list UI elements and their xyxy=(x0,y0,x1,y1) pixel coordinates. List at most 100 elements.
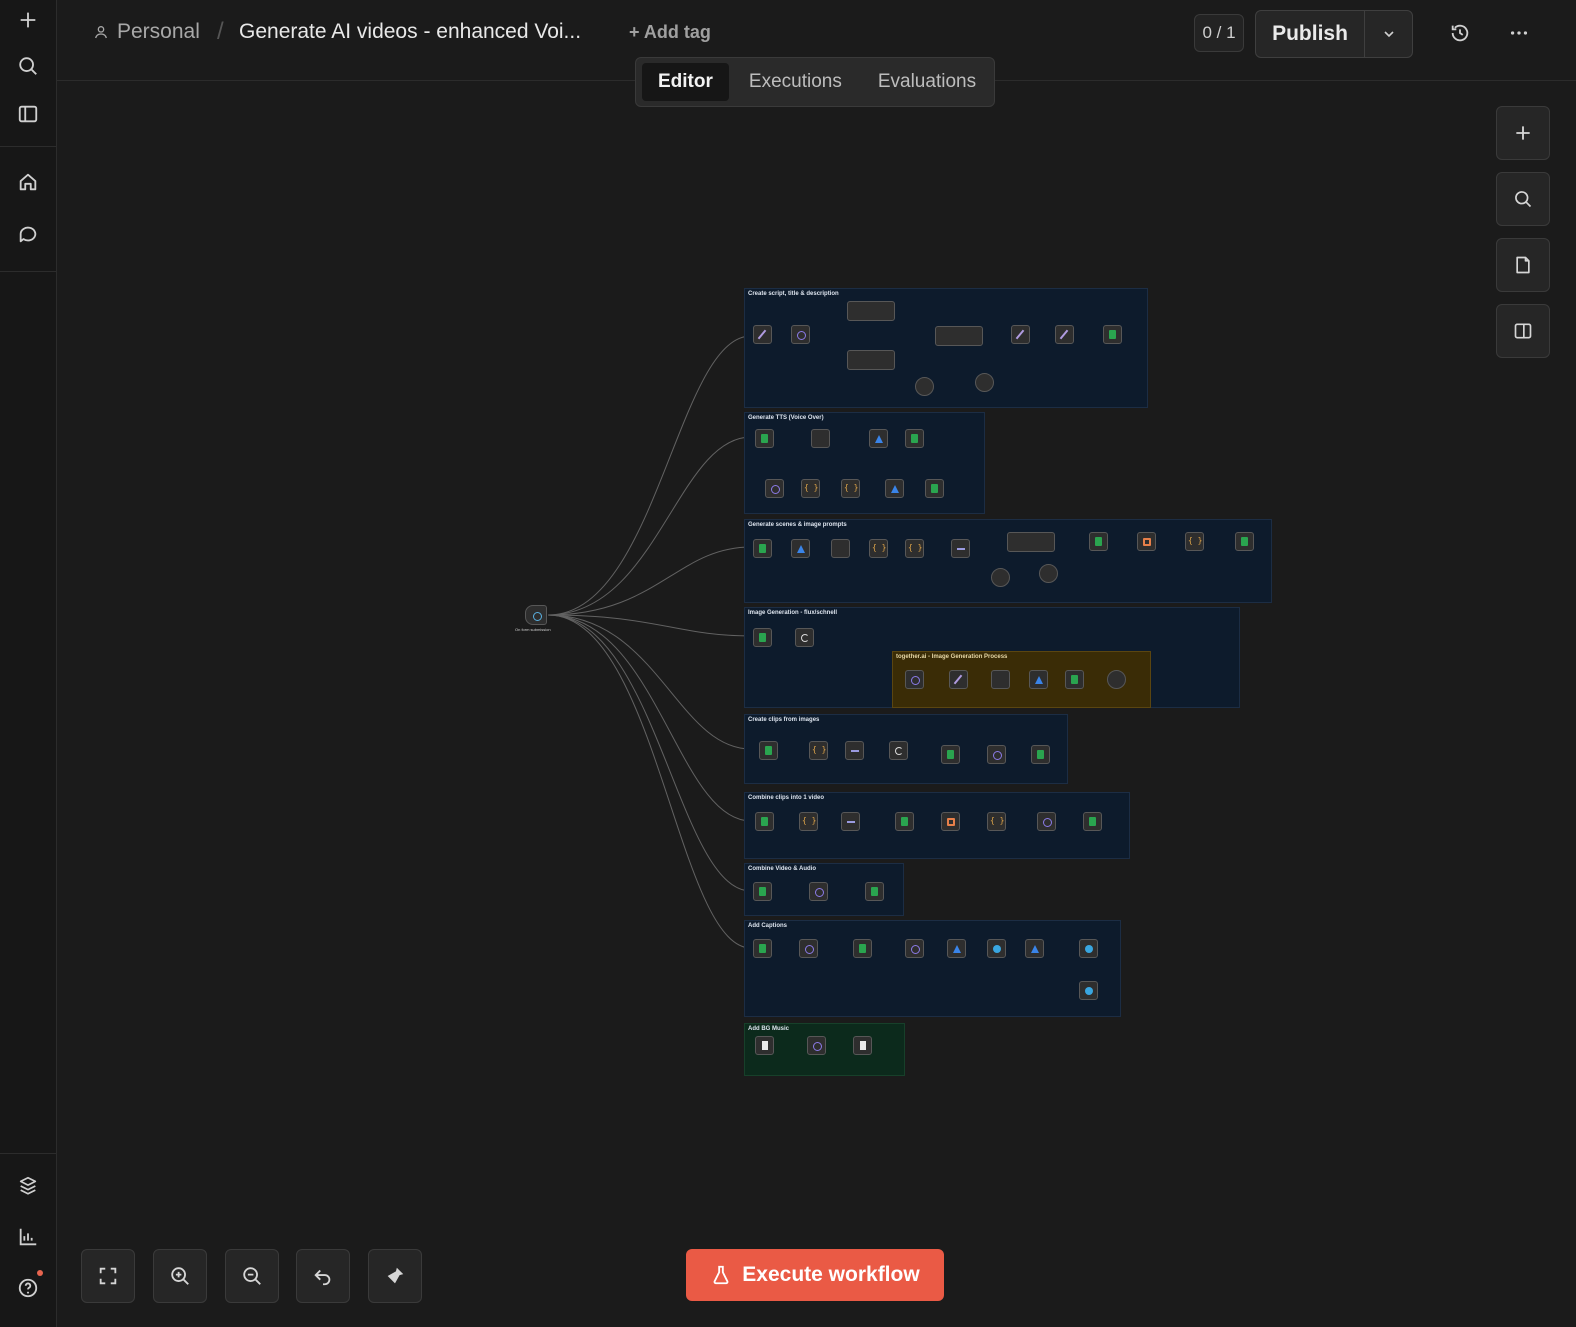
form-trigger-node[interactable] xyxy=(525,605,547,625)
workflow-node[interactable] xyxy=(905,670,924,689)
group-scenes[interactable]: Generate scenes & image prompts xyxy=(744,519,1272,603)
workflow-node[interactable] xyxy=(765,479,784,498)
workflow-node[interactable] xyxy=(869,429,888,448)
workflow-node[interactable] xyxy=(755,812,774,831)
group-add-bg-music[interactable]: Add BG Music xyxy=(744,1023,905,1076)
workflow-node[interactable] xyxy=(905,539,924,558)
workflow-node[interactable] xyxy=(1079,981,1098,1000)
workflow-node[interactable] xyxy=(951,539,970,558)
workflow-node[interactable] xyxy=(847,350,895,370)
fit-view-button[interactable] xyxy=(81,1249,135,1303)
workflow-node[interactable] xyxy=(915,377,934,396)
undo-button[interactable] xyxy=(296,1249,350,1303)
workflow-node[interactable] xyxy=(1235,532,1254,551)
workflow-node[interactable] xyxy=(809,741,828,760)
workflow-node[interactable] xyxy=(799,939,818,958)
workflow-node[interactable] xyxy=(1065,670,1084,689)
templates-icon[interactable] xyxy=(8,1166,48,1206)
workflow-node[interactable] xyxy=(1007,532,1055,552)
workflow-node[interactable] xyxy=(941,745,960,764)
workflow-node[interactable] xyxy=(991,568,1010,587)
workflow-node[interactable] xyxy=(1039,564,1058,583)
workflow-node[interactable] xyxy=(935,326,983,346)
group-create-clips[interactable]: Create clips from images xyxy=(744,714,1068,784)
group-combine-clips[interactable]: Combine clips into 1 video xyxy=(744,792,1130,859)
workflow-node[interactable] xyxy=(1089,532,1108,551)
workflow-node[interactable] xyxy=(1029,670,1048,689)
workflow-node[interactable] xyxy=(1011,325,1030,344)
workflow-node[interactable] xyxy=(811,429,830,448)
workflow-node[interactable] xyxy=(1055,325,1074,344)
chat-icon[interactable] xyxy=(8,214,48,254)
workflow-node[interactable] xyxy=(987,745,1006,764)
workflow-node[interactable] xyxy=(801,479,820,498)
home-icon[interactable] xyxy=(8,162,48,202)
workflow-node[interactable] xyxy=(841,479,860,498)
insights-icon[interactable] xyxy=(8,1217,48,1257)
workflow-node[interactable] xyxy=(947,939,966,958)
history-icon[interactable] xyxy=(1445,18,1475,48)
workflow-node[interactable] xyxy=(753,939,772,958)
workflow-node[interactable] xyxy=(755,429,774,448)
group-together-ai[interactable]: together.ai - Image Generation Process xyxy=(892,651,1151,708)
workflow-node[interactable] xyxy=(941,812,960,831)
workflow-node[interactable] xyxy=(1185,532,1204,551)
workflow-node[interactable] xyxy=(809,882,828,901)
workflow-node[interactable] xyxy=(865,882,884,901)
zoom-in-button[interactable] xyxy=(153,1249,207,1303)
workflow-canvas[interactable]: On form submission Create script, title … xyxy=(57,81,1576,1327)
breadcrumb-project[interactable]: Personal xyxy=(93,20,200,44)
workflow-node[interactable] xyxy=(1137,532,1156,551)
workflow-node[interactable] xyxy=(853,939,872,958)
add-node-button[interactable] xyxy=(1496,106,1550,160)
group-combine-video-audio[interactable]: Combine Video & Audio xyxy=(744,863,904,916)
workflow-node[interactable] xyxy=(791,325,810,344)
group-add-captions[interactable]: Add Captions xyxy=(744,920,1121,1017)
workflow-node[interactable] xyxy=(987,812,1006,831)
workflow-node[interactable] xyxy=(795,628,814,647)
workflow-node[interactable] xyxy=(889,741,908,760)
workflow-node[interactable] xyxy=(753,882,772,901)
workflow-node[interactable] xyxy=(831,539,850,558)
workflow-node[interactable] xyxy=(1025,939,1044,958)
workflow-node[interactable] xyxy=(885,479,904,498)
production-checklist-badge[interactable]: 0 / 1 xyxy=(1194,14,1244,52)
search-nodes-button[interactable] xyxy=(1496,172,1550,226)
workflow-node[interactable] xyxy=(791,539,810,558)
workflow-node[interactable] xyxy=(807,1036,826,1055)
search-icon[interactable] xyxy=(8,46,48,86)
group-tts[interactable]: Generate TTS (Voice Over) xyxy=(744,412,985,514)
workflow-node[interactable] xyxy=(1103,325,1122,344)
workflow-node[interactable] xyxy=(759,741,778,760)
workflow-node[interactable] xyxy=(1083,812,1102,831)
execute-workflow-button[interactable]: Execute workflow xyxy=(686,1249,944,1301)
workflow-node[interactable] xyxy=(1037,812,1056,831)
workflow-node[interactable] xyxy=(1079,939,1098,958)
plus-icon[interactable] xyxy=(8,0,48,40)
workflow-node[interactable] xyxy=(1031,745,1050,764)
workflow-node[interactable] xyxy=(753,628,772,647)
workflow-node[interactable] xyxy=(987,939,1006,958)
workflow-node[interactable] xyxy=(975,373,994,392)
group-create-script[interactable]: Create script, title & description xyxy=(744,288,1148,408)
workflow-node[interactable] xyxy=(841,812,860,831)
workflow-node[interactable] xyxy=(895,812,914,831)
toggle-panel-button[interactable] xyxy=(1496,304,1550,358)
more-options-icon[interactable] xyxy=(1504,18,1534,48)
workflow-node[interactable] xyxy=(949,670,968,689)
workflow-name[interactable]: Generate AI videos - enhanced Voi... xyxy=(239,20,581,44)
add-tag-button[interactable]: + Add tag xyxy=(629,22,711,43)
workflow-node[interactable] xyxy=(1107,670,1126,689)
workflow-node[interactable] xyxy=(869,539,888,558)
workflow-node[interactable] xyxy=(905,939,924,958)
workflow-node[interactable] xyxy=(753,325,772,344)
workflow-node[interactable] xyxy=(925,479,944,498)
workflow-node[interactable] xyxy=(799,812,818,831)
publish-button[interactable]: Publish xyxy=(1256,11,1365,57)
publish-dropdown[interactable] xyxy=(1365,11,1412,57)
workflow-node[interactable] xyxy=(853,1036,872,1055)
workflow-node[interactable] xyxy=(847,301,895,321)
sidebar-icon[interactable] xyxy=(8,94,48,134)
workflow-node[interactable] xyxy=(753,539,772,558)
zoom-out-button[interactable] xyxy=(225,1249,279,1303)
